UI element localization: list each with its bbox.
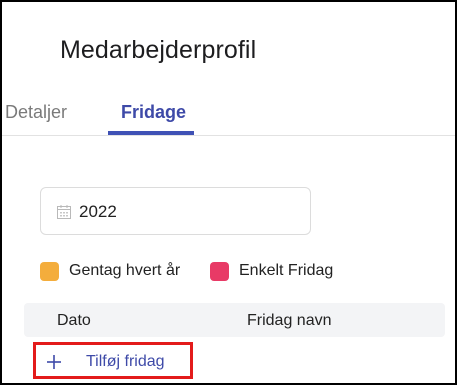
column-header-holiday-name: Fridag navn xyxy=(247,312,332,329)
legend-item-repeat-yearly: Gentag hvert år xyxy=(40,260,180,282)
add-holiday-button[interactable]: Tilføj fridag xyxy=(33,342,193,379)
page-title: Medarbejderprofil xyxy=(60,36,257,64)
column-header-date: Dato xyxy=(57,312,91,329)
table-header: Dato Fridag navn xyxy=(24,303,445,337)
tab-fridage[interactable]: Fridage xyxy=(121,102,186,123)
plus-icon xyxy=(47,355,61,369)
legend-item-single-holiday: Enkelt Fridag xyxy=(210,260,333,282)
year-value: 2022 xyxy=(79,202,117,221)
tab-details[interactable]: Detaljer xyxy=(5,102,67,123)
legend-label-repeat: Gentag hvert år xyxy=(69,262,181,279)
legend-swatch-repeat xyxy=(40,261,59,281)
calendar-icon xyxy=(57,205,71,219)
legend-swatch-single xyxy=(210,261,229,281)
legend-label-single: Enkelt Fridag xyxy=(239,262,334,279)
employee-profile-panel: Medarbejderprofil Detaljer Fridage 2022 … xyxy=(0,0,457,385)
year-picker-field[interactable]: 2022 xyxy=(40,187,311,235)
tabs-divider xyxy=(2,135,455,136)
add-holiday-label: Tilføj fridag xyxy=(86,353,165,370)
